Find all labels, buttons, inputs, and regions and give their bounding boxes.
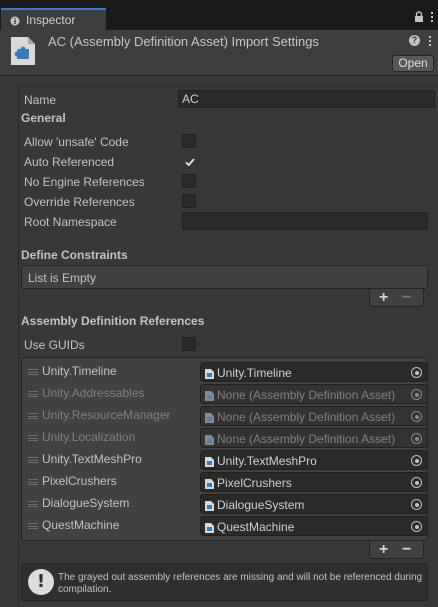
assembly-file-icon xyxy=(205,456,214,467)
window-top-strip xyxy=(0,0,438,8)
reference-object-field[interactable]: None (Assembly Definition Asset) xyxy=(200,406,428,426)
reference-value: Unity.Timeline xyxy=(217,366,292,380)
reference-label: DialogueSystem xyxy=(42,496,130,510)
assembly-file-icon xyxy=(205,434,214,445)
reference-label: Unity.Localization xyxy=(42,430,136,444)
assembly-file-icon xyxy=(205,522,214,533)
allow-unsafe-checkbox[interactable] xyxy=(182,134,196,148)
help-icon[interactable]: ? xyxy=(409,35,420,46)
checkmark-icon xyxy=(185,158,195,167)
reference-label: Unity.TextMeshPro xyxy=(42,452,142,466)
reference-row[interactable]: Unity.Timeline Unity.Timeline xyxy=(22,361,428,383)
reference-row[interactable]: Unity.TextMeshPro Unity.TextMeshPro xyxy=(22,449,428,471)
reference-row[interactable]: Unity.Addressables None (Assembly Definit… xyxy=(22,383,428,405)
add-reference-button[interactable]: + xyxy=(379,542,388,558)
define-constraints-footer: + − xyxy=(369,289,424,307)
drag-handle-icon[interactable] xyxy=(28,523,38,529)
drag-handle-icon[interactable] xyxy=(28,501,38,507)
reference-value: None (Assembly Definition Asset) xyxy=(217,388,396,402)
list-empty-text: List is Empty xyxy=(28,271,97,285)
add-constraint-button[interactable]: + xyxy=(379,290,388,306)
drag-handle-icon[interactable] xyxy=(28,479,38,485)
object-picker-icon[interactable] xyxy=(411,433,422,444)
name-field[interactable]: AC xyxy=(178,90,435,108)
reference-object-field[interactable]: Unity.Timeline xyxy=(200,362,428,382)
info-icon xyxy=(10,15,20,26)
assembly-file-icon xyxy=(205,368,214,379)
use-guids-checkbox[interactable] xyxy=(182,337,196,351)
name-label: Name xyxy=(24,93,57,107)
override-references-label: Override References xyxy=(24,195,135,209)
object-picker-icon[interactable] xyxy=(411,367,422,378)
drag-handle-icon[interactable] xyxy=(28,413,38,419)
reference-object-field[interactable]: Unity.TextMeshPro xyxy=(200,450,428,470)
object-picker-icon[interactable] xyxy=(411,477,422,488)
assembly-definition-icon xyxy=(10,36,36,66)
reference-row[interactable]: Unity.Localization None (Assembly Definit… xyxy=(22,427,428,449)
reference-value: Unity.TextMeshPro xyxy=(217,454,317,468)
drag-handle-icon[interactable] xyxy=(28,369,38,375)
assembly-file-icon xyxy=(205,478,214,489)
assembly-refs-footer: + − xyxy=(369,541,424,559)
reference-value: None (Assembly Definition Asset) xyxy=(217,410,396,424)
header-menu-icon[interactable] xyxy=(427,35,433,47)
remove-constraint-button[interactable]: − xyxy=(402,290,411,306)
inspector-header: AC (Assembly Definition Asset) Import Se… xyxy=(0,30,438,76)
define-constraints-list: List is Empty xyxy=(21,265,428,289)
tab-inspector[interactable]: Inspector xyxy=(1,8,106,30)
reference-label: PixelCrushers xyxy=(42,474,117,488)
no-engine-references-label: No Engine References xyxy=(24,175,145,189)
reference-label: Unity.ResourceManager xyxy=(42,408,171,422)
root-namespace-field[interactable] xyxy=(182,212,428,230)
reference-object-field[interactable]: None (Assembly Definition Asset) xyxy=(200,428,428,448)
allow-unsafe-label: Allow 'unsafe' Code xyxy=(24,135,129,149)
reference-object-field[interactable]: None (Assembly Definition Asset) xyxy=(200,384,428,404)
reference-row[interactable]: PixelCrushers PixelCrushers xyxy=(22,471,428,493)
define-constraints-title: Define Constraints xyxy=(21,248,128,262)
tab-bar: Inspector xyxy=(0,8,438,30)
reference-value: DialogueSystem xyxy=(217,498,305,512)
help-message: The grayed out assembly references are m… xyxy=(58,572,423,595)
reference-label: Unity.Addressables xyxy=(42,386,145,400)
drag-handle-icon[interactable] xyxy=(28,435,38,441)
header-title: AC (Assembly Definition Asset) Import Se… xyxy=(48,34,319,49)
warning-icon: ! xyxy=(28,569,54,595)
reference-label: QuestMachine xyxy=(42,518,120,532)
reference-row[interactable]: DialogueSystem DialogueSystem xyxy=(22,493,428,515)
use-guids-label: Use GUIDs xyxy=(24,338,85,352)
open-button[interactable]: Open xyxy=(392,55,434,72)
assembly-file-icon xyxy=(205,500,214,511)
general-section-title: General xyxy=(21,111,66,125)
object-picker-icon[interactable] xyxy=(411,521,422,532)
reference-label: Unity.Timeline xyxy=(42,364,117,378)
no-engine-references-checkbox[interactable] xyxy=(182,174,196,188)
help-box: ! The grayed out assembly references are… xyxy=(21,563,428,601)
object-picker-icon[interactable] xyxy=(411,389,422,400)
remove-reference-button[interactable]: − xyxy=(402,542,411,558)
object-picker-icon[interactable] xyxy=(411,411,422,422)
assembly-file-icon xyxy=(205,412,214,423)
drag-handle-icon[interactable] xyxy=(28,391,38,397)
object-picker-icon[interactable] xyxy=(411,455,422,466)
reference-object-field[interactable]: PixelCrushers xyxy=(200,472,428,492)
assembly-file-icon xyxy=(205,390,214,401)
override-references-checkbox[interactable] xyxy=(182,194,196,208)
reference-row[interactable]: Unity.ResourceManager None (Assembly Defi… xyxy=(22,405,428,427)
auto-referenced-checkbox[interactable] xyxy=(182,154,196,168)
reference-object-field[interactable]: DialogueSystem xyxy=(200,494,428,514)
reference-value: PixelCrushers xyxy=(217,476,292,490)
root-namespace-label: Root Namespace xyxy=(24,215,117,229)
tab-menu-icon[interactable] xyxy=(429,11,435,23)
reference-object-field[interactable]: QuestMachine xyxy=(200,516,428,536)
reference-row[interactable]: QuestMachine QuestMachine xyxy=(22,515,428,537)
assembly-refs-title: Assembly Definition References xyxy=(21,314,205,328)
reference-value: QuestMachine xyxy=(217,520,295,534)
object-picker-icon[interactable] xyxy=(411,499,422,510)
lock-icon[interactable] xyxy=(414,11,424,23)
tab-label: Inspector xyxy=(26,13,76,27)
reference-value: None (Assembly Definition Asset) xyxy=(217,432,396,446)
drag-handle-icon[interactable] xyxy=(28,457,38,463)
auto-referenced-label: Auto Referenced xyxy=(24,155,115,169)
